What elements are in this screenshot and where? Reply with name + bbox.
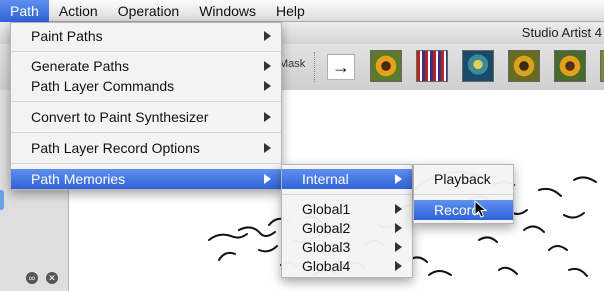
submenu-arrow-icon	[395, 261, 402, 271]
menu-item-label: Global1	[302, 201, 351, 217]
menu-item-path-memories[interactable]: Path Memories	[11, 169, 281, 189]
menu-item-playback[interactable]: Playback	[414, 169, 513, 189]
close-icon[interactable]: ✕	[46, 272, 58, 284]
menu-divider	[282, 194, 412, 195]
menu-item-generate-paths[interactable]: Generate Paths	[11, 56, 281, 76]
menu-item-global4[interactable]: Global4	[282, 256, 412, 276]
menu-help[interactable]: Help	[266, 0, 315, 22]
toolbar-separator	[314, 52, 315, 82]
menu-item-label: Internal	[302, 171, 349, 187]
menu-item-label: Path Memories	[31, 171, 126, 187]
menu-path[interactable]: Path	[0, 0, 49, 22]
menu-item-label: Paint Paths	[31, 28, 103, 44]
submenu-arrow-icon	[264, 81, 271, 91]
menu-windows[interactable]: Windows	[189, 0, 266, 22]
mouse-pointer-icon	[474, 200, 488, 218]
submenu-arrow-icon	[264, 112, 271, 122]
submenu-arrow-icon	[264, 31, 271, 41]
menu-divider	[11, 51, 281, 52]
menu-item-label: Convert to Paint Synthesizer	[31, 109, 209, 125]
menu-item-path-layer-commands[interactable]: Path Layer Commands	[11, 76, 281, 96]
menu-item-label: Global3	[302, 239, 351, 255]
link-icon[interactable]: ∞	[26, 272, 38, 284]
menu-item-global1[interactable]: Global1	[282, 199, 412, 219]
menu-divider	[414, 194, 513, 195]
internal-submenu: Playback Record	[413, 164, 514, 224]
preset-thumbnail-symmetric[interactable]	[462, 50, 494, 82]
preset-thumbnail-sunflower-3[interactable]	[554, 50, 586, 82]
menu-divider	[11, 163, 281, 164]
menu-item-label: Record	[434, 202, 480, 218]
menu-operation[interactable]: Operation	[108, 0, 189, 22]
mask-label: Mask	[279, 58, 306, 70]
submenu-arrow-icon	[264, 61, 271, 71]
submenu-arrow-icon	[395, 242, 402, 252]
menu-item-path-layer-record-options[interactable]: Path Layer Record Options	[11, 138, 281, 158]
submenu-arrow-icon	[395, 223, 402, 233]
menu-item-label: Playback	[434, 171, 491, 187]
menu-item-global2[interactable]: Global2	[282, 218, 412, 238]
menu-action[interactable]: Action	[49, 0, 108, 22]
preset-thumbnail-sunflower[interactable]	[370, 50, 402, 82]
menu-item-label: Generate Paths	[31, 58, 130, 74]
panel-toggle[interactable]	[0, 190, 4, 210]
menu-divider	[11, 132, 281, 133]
path-menu: Paint Paths Generate Paths Path Layer Co…	[10, 22, 282, 190]
submenu-arrow-icon	[264, 143, 271, 153]
app-title: Studio Artist 4	[521, 25, 602, 40]
menu-item-global3[interactable]: Global3	[282, 237, 412, 257]
preset-thumbnail-pattern[interactable]	[416, 50, 448, 82]
path-memories-submenu: Internal Global1 Global2 Global3 Global4	[281, 164, 413, 278]
submenu-arrow-icon	[395, 174, 402, 184]
menu-item-label: Global2	[302, 220, 351, 236]
menu-item-paint-paths[interactable]: Paint Paths	[11, 26, 281, 46]
submenu-arrow-icon	[264, 174, 271, 184]
preset-thumbnail-sunflower-2[interactable]	[508, 50, 540, 82]
menu-item-record[interactable]: Record	[414, 200, 513, 220]
preset-thumbnail-partial[interactable]	[600, 50, 604, 82]
menu-divider	[11, 101, 281, 102]
right-arrow-icon[interactable]: →	[327, 54, 355, 80]
menu-item-label: Path Layer Commands	[31, 78, 175, 94]
menu-item-label: Global4	[302, 258, 351, 274]
menu-item-label: Path Layer Record Options	[31, 140, 200, 156]
menu-item-internal[interactable]: Internal	[282, 169, 412, 189]
menu-bar: Path Action Operation Windows Help	[0, 0, 604, 22]
submenu-arrow-icon	[395, 204, 402, 214]
menu-item-convert-paint-synthesizer[interactable]: Convert to Paint Synthesizer	[11, 107, 281, 127]
